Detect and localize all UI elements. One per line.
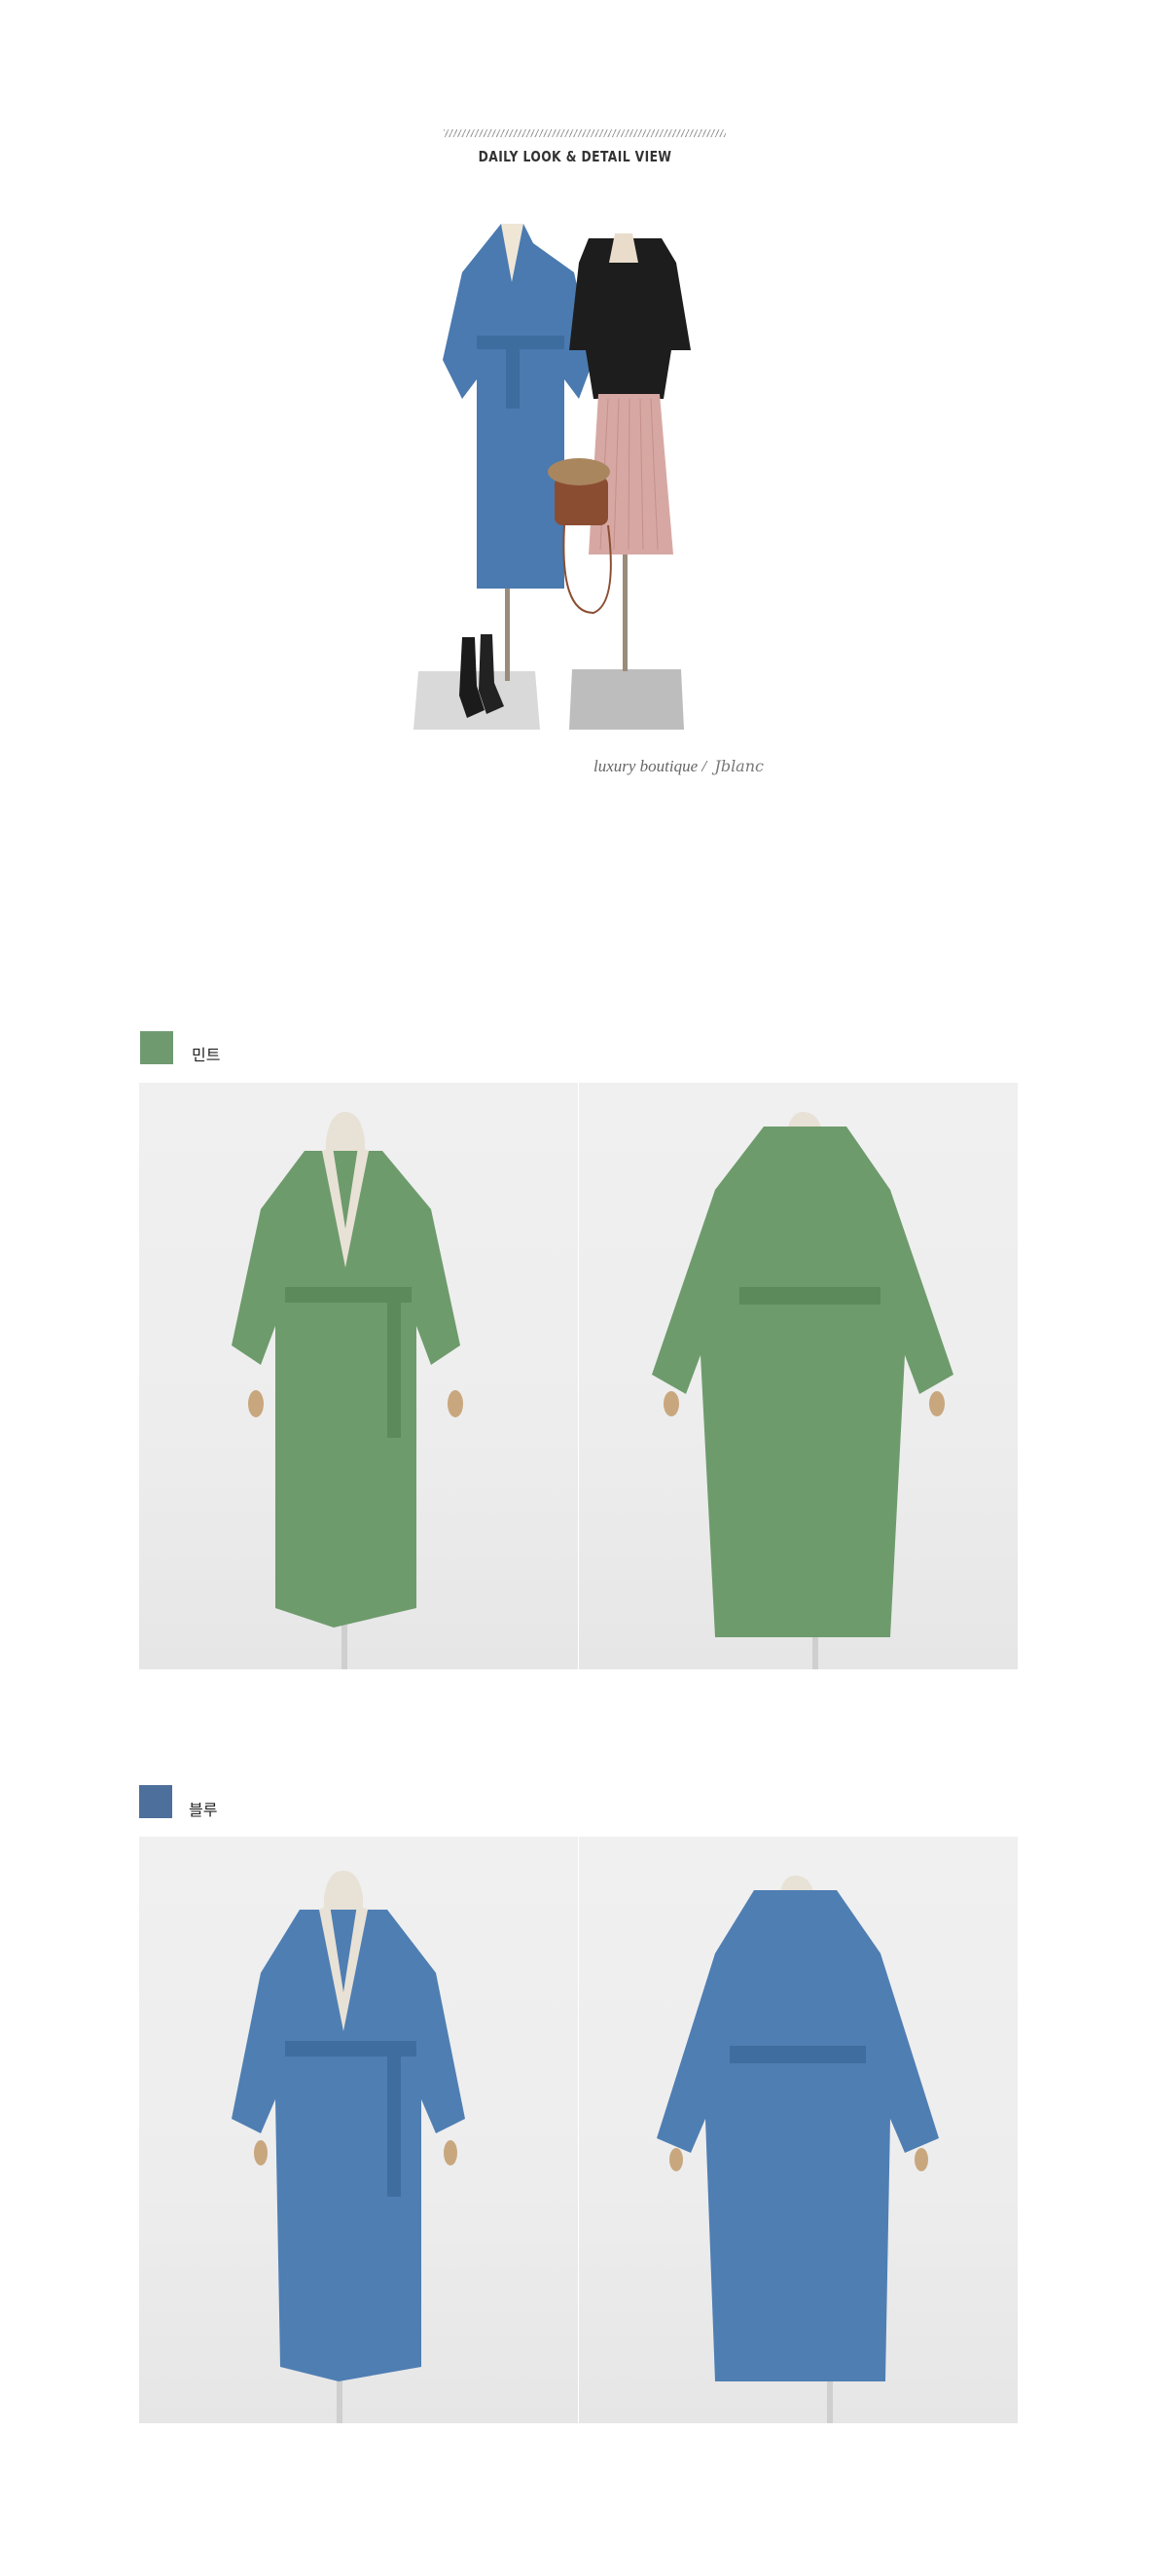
brand-script-logo: Jblanc <box>714 757 764 775</box>
color-swatch-blue <box>139 1785 172 1818</box>
mint-coat-back <box>652 1127 953 1637</box>
mint-coat-front <box>232 1151 460 1628</box>
decorative-hatch-line <box>444 129 726 137</box>
daily-look-photo <box>409 204 769 739</box>
blue-coat-back <box>657 1890 939 2381</box>
signature-separator: / <box>701 757 707 775</box>
blue-coat-back-photo <box>579 1837 1018 2423</box>
mint-coat-back-photo <box>579 1083 1018 1669</box>
mint-coat-front-photo <box>139 1083 578 1669</box>
color-label-blue: 블루 <box>189 1803 218 1819</box>
color-label-mint: 민트 <box>192 1048 221 1064</box>
brand-signature: luxury boutique / Jblanc <box>593 757 764 776</box>
color-swatch-mint <box>140 1031 173 1064</box>
blue-coat-front-photo <box>139 1837 578 2423</box>
section-title: DAILY LOOK & DETAIL VIEW <box>478 148 672 165</box>
brand-tagline: luxury boutique <box>593 757 699 775</box>
display-base-right <box>569 669 684 730</box>
